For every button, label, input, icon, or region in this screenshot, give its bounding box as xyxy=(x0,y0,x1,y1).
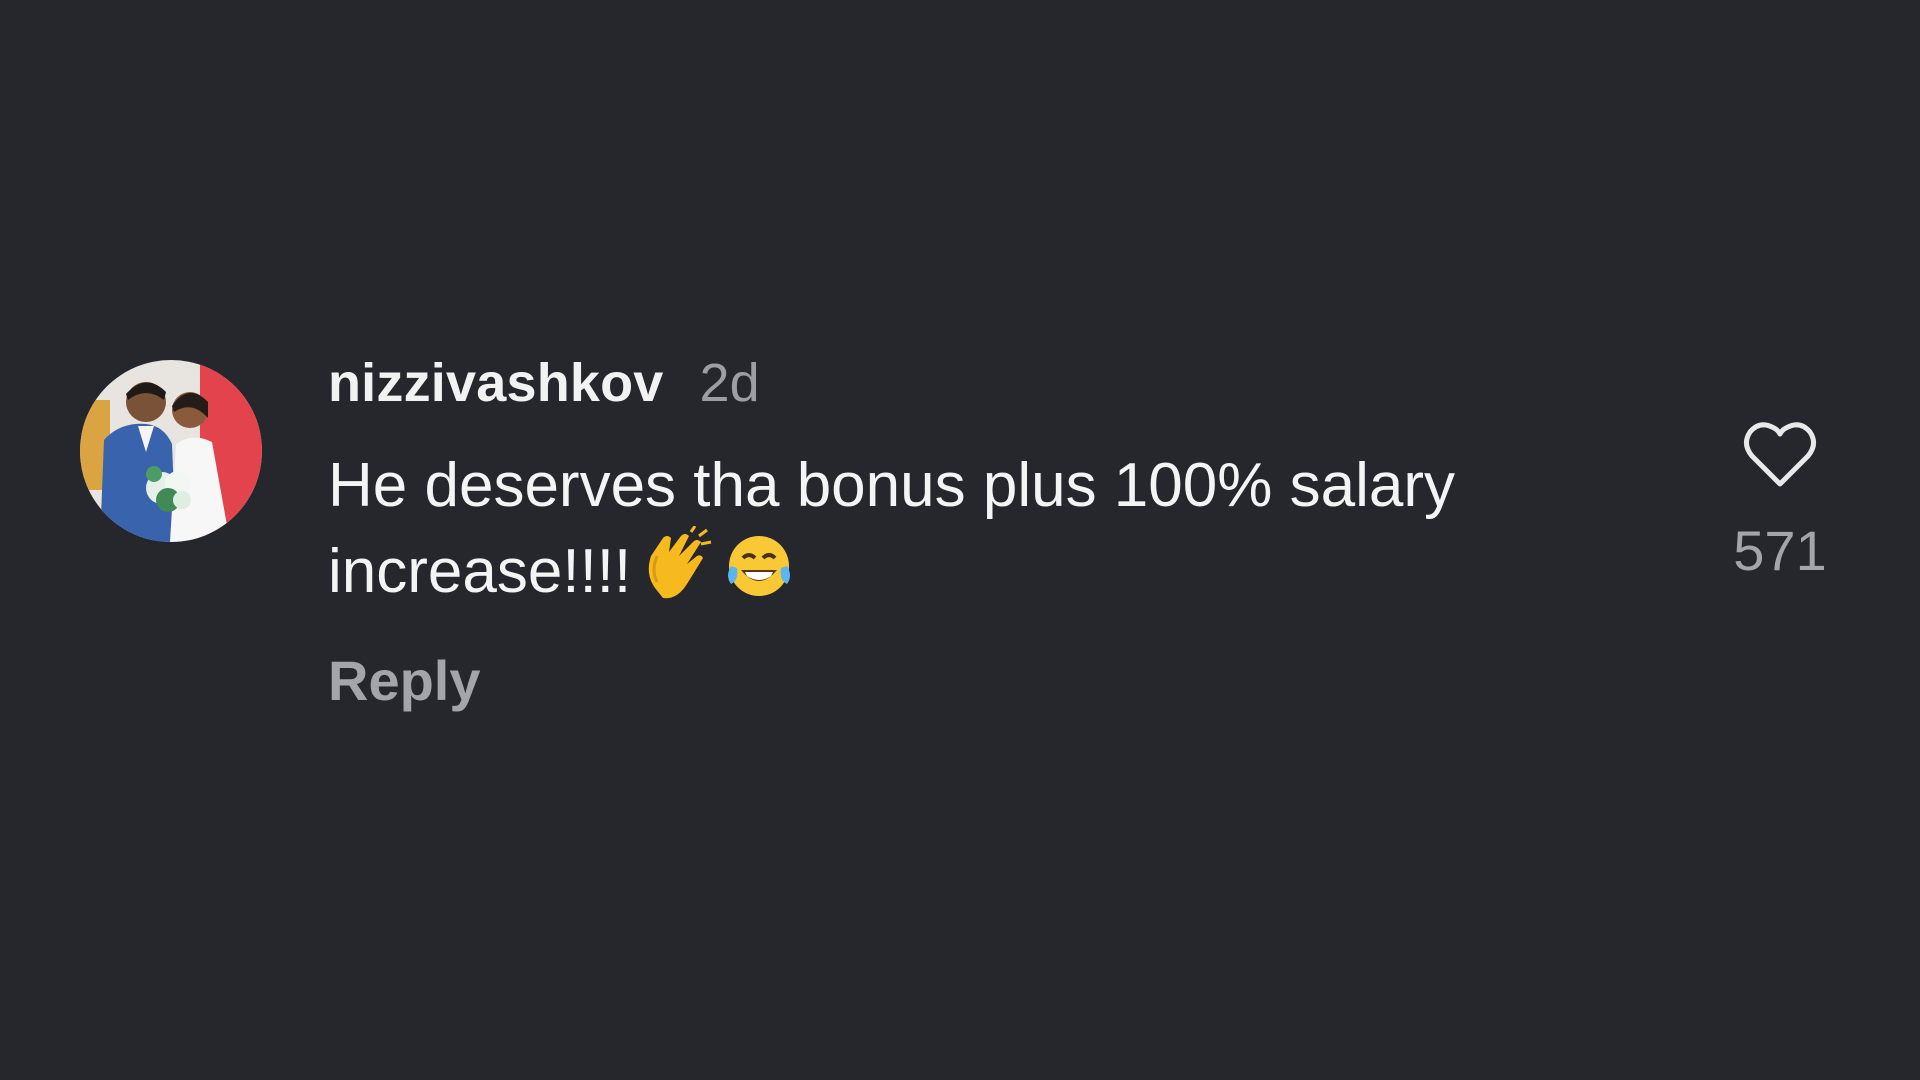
like-count: 571 xyxy=(1733,519,1827,582)
comment-text-block: He deserves tha bonus plus 100% salary i… xyxy=(328,446,1588,612)
comment-text: He deserves tha bonus plus 100% salary i… xyxy=(328,451,1455,606)
like-section: 571 xyxy=(1720,420,1840,583)
username[interactable]: nizzivashkov xyxy=(328,352,664,414)
wedding-photo-avatar-icon xyxy=(80,360,262,542)
tears-of-joy-icon xyxy=(719,526,799,606)
heart-outline-icon[interactable] xyxy=(1742,420,1818,490)
comment-screen: nizzivashkov 2d He deserves tha bonus pl… xyxy=(0,0,1920,1080)
timestamp: 2d xyxy=(699,353,760,413)
clapping-hands-icon xyxy=(635,526,715,606)
avatar[interactable] xyxy=(80,360,262,542)
comment-header: nizzivashkov 2d xyxy=(328,352,1588,424)
comment-body: nizzivashkov 2d He deserves tha bonus pl… xyxy=(328,352,1588,713)
reply-button[interactable]: Reply xyxy=(328,648,481,713)
